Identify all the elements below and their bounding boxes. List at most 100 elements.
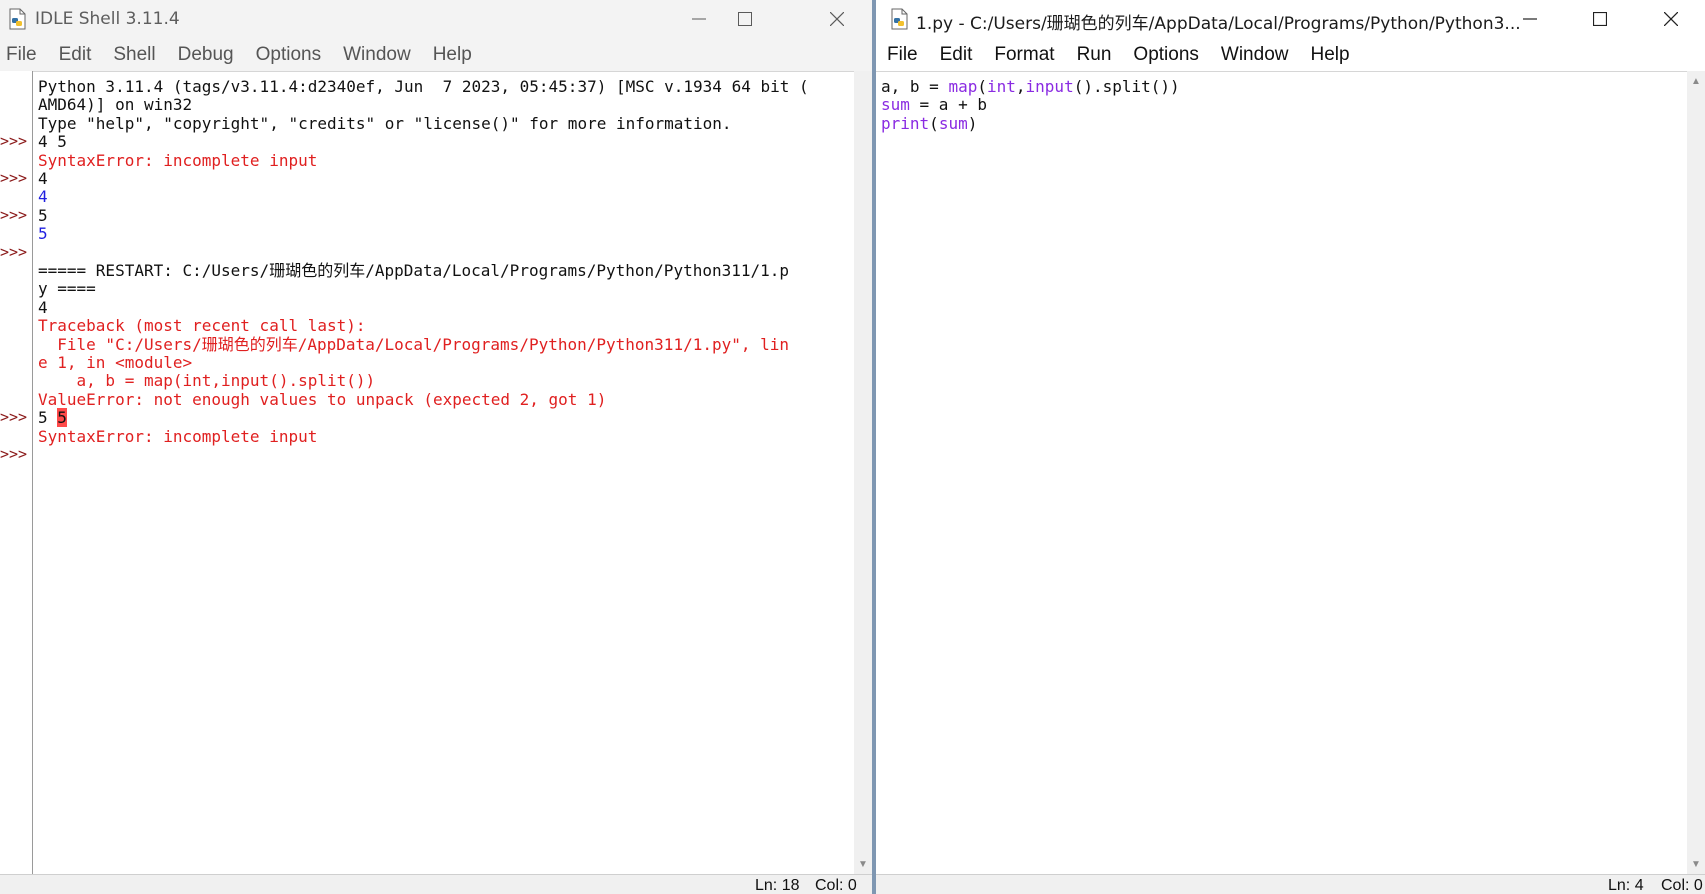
shell-line-text: a, b = map(int,input().split()) — [38, 371, 376, 391]
shell-line: Type "help", "copyright", "credits" or "… — [38, 114, 732, 134]
maximize-button[interactable] — [1577, 0, 1623, 38]
shell-line-text: e 1, in <module> — [38, 353, 193, 372]
menu-help[interactable]: Help — [1299, 44, 1360, 66]
shell-prompt: >>> — [0, 205, 28, 224]
shell-line: SyntaxError: incomplete input — [38, 151, 317, 171]
vertical-scrollbar[interactable]: ▼ — [854, 71, 872, 874]
shell-line: 4 — [38, 187, 48, 207]
shell-prompt: >>> — [0, 445, 28, 463]
shell-line-text: 5 — [38, 224, 48, 244]
shell-line-text: y ==== — [38, 279, 96, 299]
shell-line-text: 4 — [38, 297, 48, 317]
code-token: print — [881, 113, 930, 133]
minimize-icon — [1523, 18, 1537, 20]
close-button[interactable] — [1648, 0, 1694, 38]
code-token: ().split()) — [1073, 77, 1180, 96]
shell-menubar: File Edit Shell Debug Options Window Help — [0, 38, 872, 71]
window-title: IDLE Shell 3.11.4 — [35, 9, 180, 29]
editor-menubar: File Edit Format Run Options Window Help — [876, 38, 1705, 71]
close-icon — [830, 12, 844, 26]
vertical-scrollbar[interactable]: ▲ ▼ — [1687, 71, 1705, 874]
code-token: sum — [938, 113, 968, 133]
menu-options[interactable]: Options — [1122, 44, 1209, 66]
code-token: ) — [967, 113, 978, 133]
shell-prompt: >>> — [0, 169, 28, 187]
menu-edit[interactable]: Edit — [929, 44, 984, 66]
close-button[interactable] — [814, 0, 860, 38]
shell-line-text: 5 — [38, 205, 48, 225]
minimize-button[interactable] — [1507, 0, 1553, 38]
minimize-button[interactable] — [676, 0, 722, 38]
shell-line-text: Type "help", "copyright", "credits" or "… — [38, 113, 732, 133]
menu-format[interactable]: Format — [983, 44, 1065, 66]
shell-line: 5 5 — [38, 408, 67, 428]
editor-window: 1.py - C:/Users/珊瑚色的列车/AppData/Local/Pro… — [876, 0, 1705, 894]
code-token: sum — [881, 95, 910, 115]
shell-prompt: >>> — [0, 242, 28, 261]
shell-line-text: Python 3.11.4 (tags/v3.11.4:d2340ef, Jun… — [38, 77, 809, 96]
line-number: Ln: 4 — [1608, 877, 1644, 894]
shell-line: Traceback (most recent call last): — [38, 316, 366, 336]
shell-line: File "C:/Users/珊瑚色的列车/AppData/Local/Prog… — [38, 335, 789, 355]
menu-run[interactable]: Run — [1066, 44, 1123, 66]
column-number: Col: 0 — [815, 877, 857, 894]
status-bar: Ln: 4 Col: 0 — [876, 874, 1705, 894]
code-line: print(sum) — [881, 114, 977, 134]
menu-window[interactable]: Window — [1210, 44, 1300, 66]
shell-line-text: Traceback (most recent call last): — [38, 316, 366, 336]
shell-line: AMD64)] on win32 — [38, 95, 192, 115]
menu-edit[interactable]: Edit — [48, 44, 103, 66]
shell-line: 5 — [38, 206, 48, 226]
selected-text[interactable]: 5 — [57, 408, 67, 428]
menu-shell[interactable]: Shell — [102, 44, 166, 66]
code-token: a, b = — [881, 77, 949, 96]
idle-shell-window: IDLE Shell 3.11.4 File Edit Shell Debug Opti… — [0, 0, 872, 894]
python-file-icon — [890, 8, 910, 30]
shell-line: 4 5 — [38, 132, 67, 152]
menu-options[interactable]: Options — [245, 44, 332, 66]
status-bar: Ln: 18 Col: 0 — [0, 874, 872, 894]
column-number: Col: 0 — [1661, 877, 1703, 894]
shell-line-text: 4 — [38, 187, 48, 207]
menu-file[interactable]: File — [876, 44, 929, 66]
shell-line-text: AMD64)] on win32 — [38, 95, 193, 115]
shell-line-text: ValueError: not enough values to unpack … — [38, 389, 607, 409]
menu-help[interactable]: Help — [422, 44, 483, 66]
window-title: 1.py - C:/Users/珊瑚色的列车/AppData/Local/Pro… — [916, 14, 1521, 34]
shell-titlebar[interactable]: IDLE Shell 3.11.4 — [0, 0, 872, 38]
code-token: = a + b — [909, 95, 987, 115]
code-token: ( — [977, 77, 987, 96]
shell-line: a, b = map(int,input().split()) — [38, 371, 376, 391]
shell-line-text: 4 5 — [38, 132, 67, 152]
scroll-down-icon[interactable]: ▼ — [1691, 860, 1701, 870]
shell-line: e 1, in <module> — [38, 353, 192, 373]
shell-line-text: SyntaxError: incomplete input — [38, 150, 318, 170]
menu-file[interactable]: File — [0, 44, 48, 66]
code-editor-area[interactable]: a, b = map(int,input().split()) sum = a +… — [876, 71, 1687, 874]
maximize-icon — [1593, 12, 1607, 26]
shell-line: y ==== — [38, 279, 96, 299]
shell-line: 4 — [38, 169, 48, 189]
shell-line: SyntaxError: incomplete input — [38, 427, 317, 447]
maximize-icon — [738, 12, 752, 26]
code-token: input — [1025, 77, 1074, 96]
menu-debug[interactable]: Debug — [167, 44, 245, 66]
editor-titlebar[interactable]: 1.py - C:/Users/珊瑚色的列车/AppData/Local/Pro… — [876, 0, 1705, 38]
close-icon — [1664, 12, 1678, 26]
shell-line: ===== RESTART: C:/Users/珊瑚色的列车/AppData/L… — [38, 261, 789, 281]
minimize-icon — [692, 18, 706, 20]
menu-window[interactable]: Window — [332, 44, 422, 66]
code-token: ( — [929, 113, 939, 133]
shell-output-area[interactable]: Python 3.11.4 (tags/v3.11.4:d2340ef, Jun… — [33, 71, 854, 874]
shell-line: 4 — [38, 298, 48, 318]
shell-line: ValueError: not enough values to unpack … — [38, 390, 606, 410]
code-line: sum = a + b — [881, 95, 987, 115]
maximize-button[interactable] — [722, 0, 768, 38]
code-token: int — [986, 77, 1016, 96]
line-number: Ln: 18 — [755, 877, 800, 894]
shell-line-text: 4 — [38, 169, 48, 188]
shell-line: Python 3.11.4 (tags/v3.11.4:d2340ef, Jun… — [38, 77, 809, 97]
scroll-down-icon[interactable]: ▼ — [858, 860, 868, 870]
shell-line-text: ===== RESTART: C:/Users/珊瑚色的列车/AppData/L… — [38, 261, 790, 280]
scroll-up-icon[interactable]: ▲ — [1691, 77, 1701, 87]
